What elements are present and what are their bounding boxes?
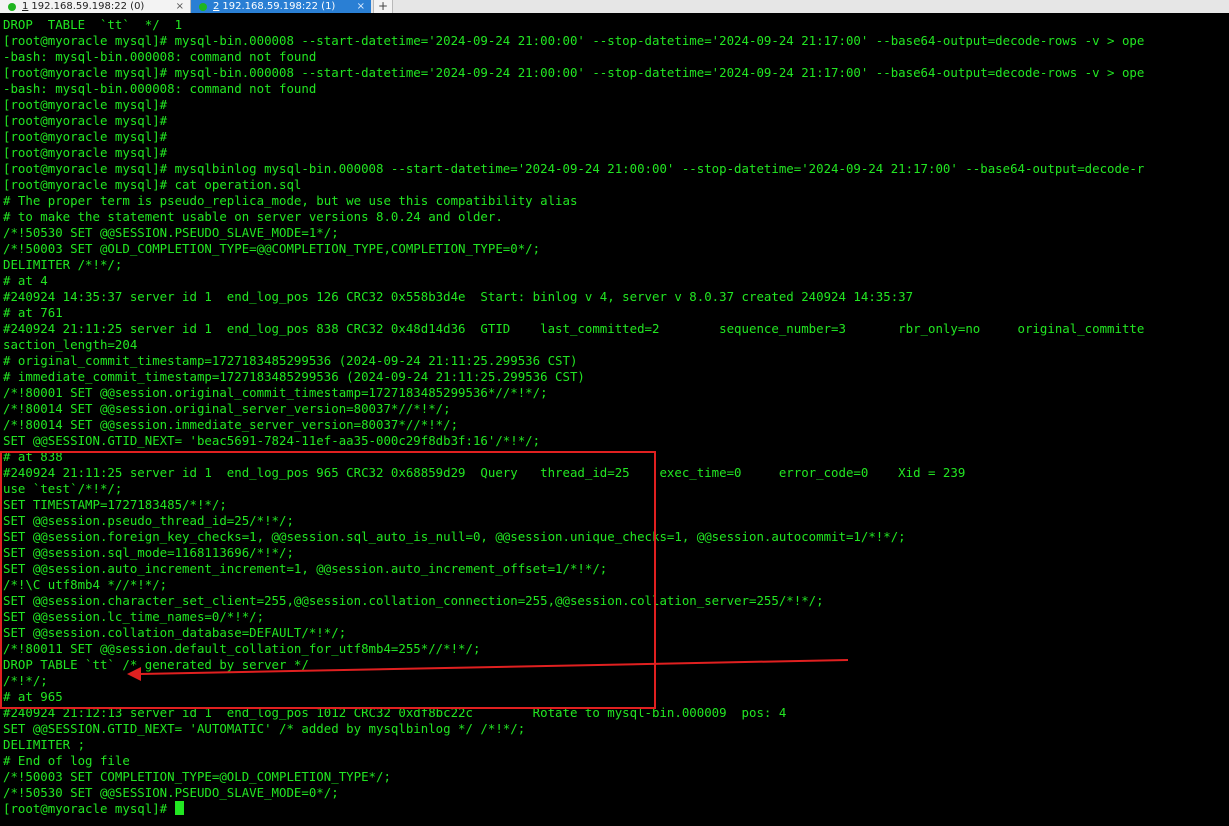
terminal-line: DELIMITER /*!*/;	[3, 257, 123, 272]
terminal-line: [root@myoracle mysql]#	[3, 145, 168, 160]
terminal-line: # at 4	[3, 273, 48, 288]
terminal-line: #240924 21:11:25 server id 1 end_log_pos…	[3, 321, 1145, 336]
terminal-line: # at 838	[3, 449, 63, 464]
terminal-line: -bash: mysql-bin.000008: command not fou…	[3, 49, 317, 64]
terminal-line: [root@myoracle mysql]# mysql-bin.000008 …	[3, 65, 1145, 80]
terminal-line: /*!50530 SET @@SESSION.PSEUDO_SLAVE_MODE…	[3, 785, 339, 800]
terminal-line: # original_commit_timestamp=172718348529…	[3, 353, 578, 368]
terminal-line: # at 761	[3, 305, 63, 320]
tab-bar: 1 192.168.59.198:22 (0) × 2 192.168.59.1…	[0, 0, 1229, 13]
terminal-line: /*!50003 SET COMPLETION_TYPE=@OLD_COMPLE…	[3, 769, 391, 784]
terminal-line: -bash: mysql-bin.000008: command not fou…	[3, 81, 317, 96]
terminal-line: SET @@session.sql_mode=1168113696/*!*/;	[3, 545, 294, 560]
tab-number: 2	[213, 1, 220, 12]
tab-label: 192.168.59.198:22 (1)	[222, 1, 336, 12]
terminal-line: SET @@session.auto_increment_increment=1…	[3, 561, 608, 576]
connected-status-icon	[199, 2, 207, 11]
terminal-line: /*!\C utf8mb4 *//*!*/;	[3, 577, 168, 592]
terminal-line: /*!50530 SET @@SESSION.PSEUDO_SLAVE_MODE…	[3, 225, 339, 240]
terminal-line: SET @@SESSION.GTID_NEXT= 'AUTOMATIC' /* …	[3, 721, 526, 736]
terminal-line: [root@myoracle mysql]#	[3, 97, 168, 112]
terminal-line: #240924 21:12:13 server id 1 end_log_pos…	[3, 705, 787, 720]
close-icon[interactable]: ×	[176, 1, 184, 12]
terminal-prompt-line: [root@myoracle mysql]#	[3, 801, 1229, 817]
terminal-line: /*!80014 SET @@session.original_server_v…	[3, 401, 451, 416]
terminal-line: [root@myoracle mysql]# mysqlbinlog mysql…	[3, 161, 1145, 176]
new-tab-button[interactable]: +	[373, 0, 393, 13]
terminal-line: SET @@session.collation_database=DEFAULT…	[3, 625, 347, 640]
terminal-line: SET @@session.character_set_client=255,@…	[3, 593, 824, 608]
terminal-line: # The proper term is pseudo_replica_mode…	[3, 193, 578, 208]
terminal-line: #240924 14:35:37 server id 1 end_log_pos…	[3, 289, 914, 304]
terminal-line: # End of log file	[3, 753, 130, 768]
terminal-line: SET TIMESTAMP=1727183485/*!*/;	[3, 497, 227, 512]
terminal-line: # immediate_commit_timestamp=17271834852…	[3, 369, 585, 384]
terminal-line: SET @@session.pseudo_thread_id=25/*!*/;	[3, 513, 294, 528]
connected-status-icon	[8, 2, 16, 11]
tab-number: 1	[22, 1, 29, 12]
terminal-cursor	[174, 801, 184, 815]
terminal-line: /*!*/;	[3, 673, 48, 688]
terminal-line: DROP TABLE `tt` */ 1	[3, 17, 183, 32]
terminal-line: # to make the statement usable on server…	[3, 209, 503, 224]
terminal-line: /*!80001 SET @@session.original_commit_t…	[3, 385, 548, 400]
terminal-prompt: [root@myoracle mysql]#	[3, 801, 175, 816]
terminal-line: [root@myoracle mysql]# mysql-bin.000008 …	[3, 33, 1145, 48]
terminal-line: DELIMITER ;	[3, 737, 86, 752]
terminal-line: #240924 21:11:25 server id 1 end_log_pos…	[3, 465, 966, 480]
close-icon[interactable]: ×	[357, 1, 365, 12]
tab-session-2[interactable]: 2 192.168.59.198:22 (1) ×	[191, 0, 371, 13]
terminal-line: [root@myoracle mysql]#	[3, 113, 168, 128]
tab-session-1[interactable]: 1 192.168.59.198:22 (0) ×	[0, 0, 191, 13]
terminal-line: DROP TABLE `tt` /* generated by server *…	[3, 657, 309, 672]
terminal-line: SET @@session.lc_time_names=0/*!*/;	[3, 609, 265, 624]
terminal-line: # at 965	[3, 689, 63, 704]
tab-label: 192.168.59.198:22 (0)	[31, 1, 145, 12]
terminal-line: use `test`/*!*/;	[3, 481, 123, 496]
terminal-output[interactable]: DROP TABLE `tt` */ 1 [root@myoracle mysql…	[3, 17, 1229, 826]
terminal-line: SET @@SESSION.GTID_NEXT= 'beac5691-7824-…	[3, 433, 541, 448]
terminal-line: [root@myoracle mysql]# cat operation.sql	[3, 177, 302, 192]
terminal-line: /*!80011 SET @@session.default_collation…	[3, 641, 481, 656]
terminal-line: /*!80014 SET @@session.immediate_server_…	[3, 417, 459, 432]
terminal-line: saction_length=204	[3, 337, 138, 352]
terminal-line: SET @@session.foreign_key_checks=1, @@se…	[3, 529, 906, 544]
terminal-line: /*!50003 SET @OLD_COMPLETION_TYPE=@@COMP…	[3, 241, 541, 256]
terminal-line: [root@myoracle mysql]#	[3, 129, 168, 144]
